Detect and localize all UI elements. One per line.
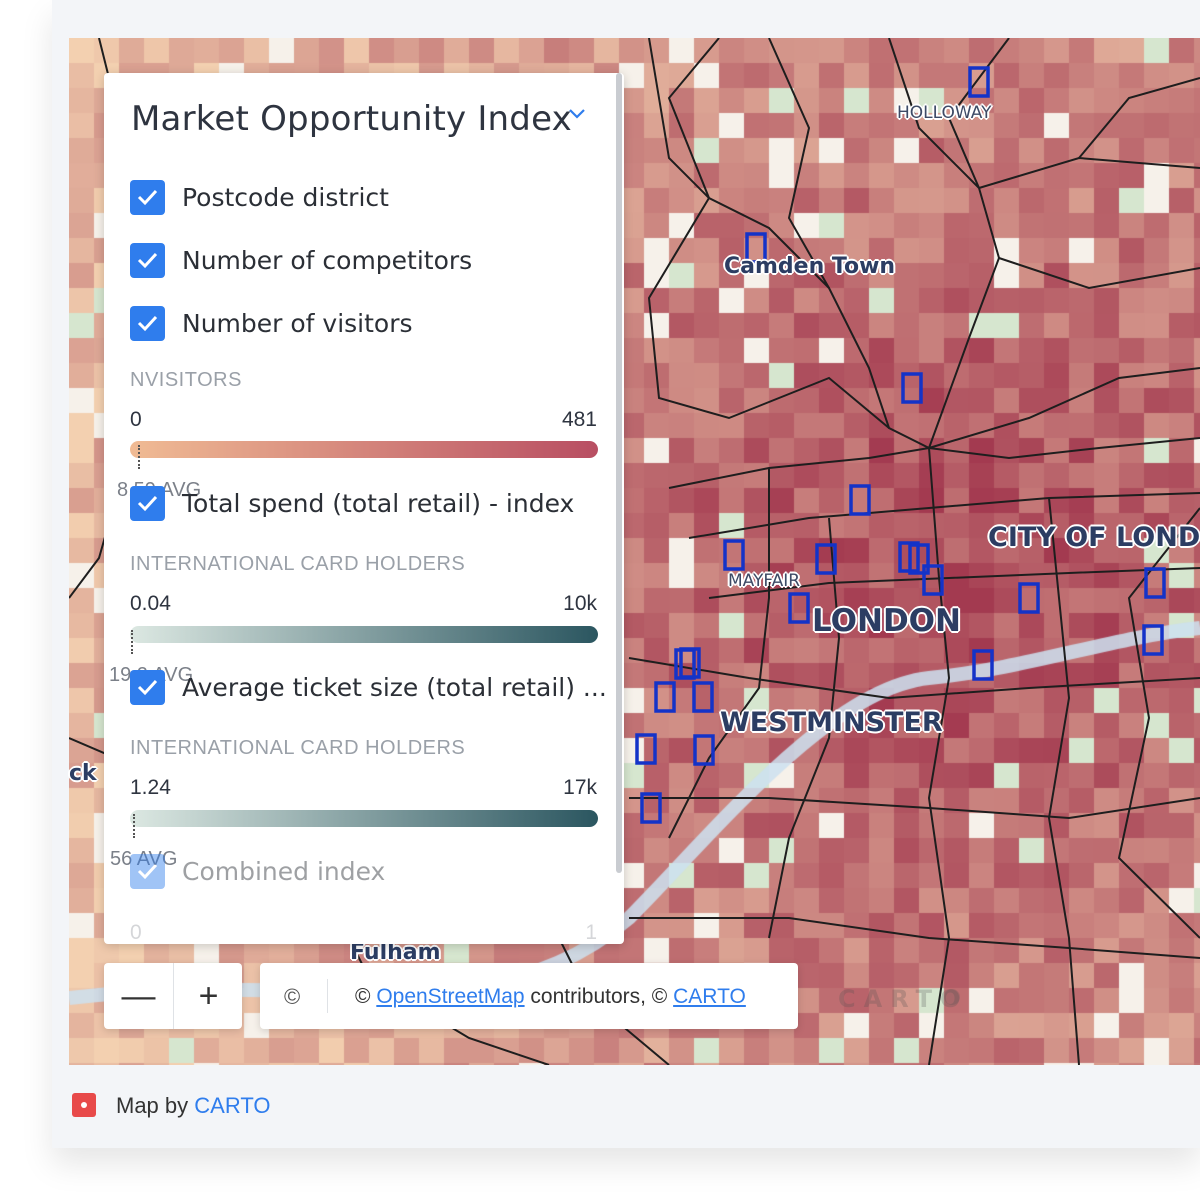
zoom-in-button[interactable]: + — [174, 963, 243, 1029]
legend-title: Market Opportunity Index — [131, 99, 572, 139]
footer-prefix: Map by — [116, 1093, 195, 1118]
check-icon — [137, 315, 158, 332]
attribution-bar: © © OpenStreetMap contributors, © CARTO — [260, 963, 798, 1029]
check-icon — [137, 863, 158, 880]
boundary-line — [629, 917, 1200, 959]
place-label-camden-town: Camden Town — [724, 254, 896, 279]
competitor-marker[interactable] — [679, 647, 701, 679]
chevron-down-icon[interactable] — [568, 105, 586, 123]
scale-max: 17k — [563, 776, 597, 799]
boundary-line — [648, 38, 930, 449]
checkbox[interactable] — [130, 306, 165, 341]
place-label-london: LONDON — [812, 603, 961, 639]
competitor-marker[interactable] — [674, 648, 696, 680]
scale-max: 1 — [585, 921, 597, 944]
competitor-marker[interactable] — [788, 592, 810, 624]
boundary-line — [888, 38, 1001, 449]
competitor-marker[interactable] — [692, 681, 714, 713]
attribution-text: © OpenStreetMap contributors, © CARTO — [355, 985, 746, 1009]
competitor-marker[interactable] — [849, 484, 871, 516]
carto-map-icon — [72, 1093, 96, 1117]
attribution-middle: contributors, © — [524, 985, 674, 1008]
checkbox[interactable] — [130, 243, 165, 278]
boundary-line — [629, 797, 1200, 820]
osm-link[interactable]: OpenStreetMap — [376, 985, 524, 1008]
color-ramp-nvisitors — [130, 441, 598, 458]
place-label-holloway: HOLLOWAY — [897, 103, 992, 123]
competitor-marker[interactable] — [901, 372, 923, 404]
competitor-marker[interactable] — [693, 734, 715, 766]
place-label-mayfair: MAYFAIR — [728, 571, 801, 591]
check-icon — [137, 495, 158, 512]
checkbox[interactable] — [130, 180, 165, 215]
competitor-marker[interactable] — [1142, 624, 1164, 656]
color-ramp-total-spend — [130, 626, 598, 643]
check-icon — [137, 252, 158, 269]
scale-min: 0.04 — [130, 592, 171, 615]
footer-text: Map by CARTO — [116, 1093, 270, 1119]
scale-min: 0 — [130, 408, 142, 431]
boundary-line — [667, 38, 720, 199]
boundary-line — [1047, 497, 1080, 1065]
zoom-control: — + — [104, 963, 242, 1029]
scale-min: 0 — [130, 921, 142, 944]
layer-label: Combined index — [182, 857, 386, 886]
zoom-out-button[interactable]: — — [104, 963, 173, 1029]
competitor-marker[interactable] — [654, 681, 676, 713]
footer-carto-link[interactable]: CARTO — [194, 1093, 270, 1118]
scale-name: INTERNATIONAL CARD HOLDERS — [130, 553, 466, 575]
layer-label: Total spend (total retail) - index — [182, 489, 575, 518]
carto-link[interactable]: CARTO — [673, 985, 746, 1008]
competitor-marker[interactable] — [635, 733, 657, 765]
avg-marker — [131, 630, 133, 654]
layer-label: Number of competitors — [182, 246, 473, 275]
copyright-icon[interactable]: © — [284, 984, 300, 1010]
scale-name: NVISITORS — [130, 369, 242, 391]
boundary-line — [768, 38, 830, 289]
boundary-line — [928, 367, 1200, 449]
boundary-line — [628, 657, 1200, 700]
boundary-line — [1078, 77, 1200, 159]
place-label-city-of-london: CITY OF LOND — [988, 522, 1200, 553]
check-icon — [137, 679, 158, 696]
checkbox[interactable] — [130, 670, 165, 705]
carto-watermark-dot — [944, 989, 960, 1005]
competitor-marker[interactable] — [972, 649, 994, 681]
boundary-line — [647, 197, 890, 429]
scale-name: INTERNATIONAL CARD HOLDERS — [130, 737, 466, 759]
check-icon — [137, 189, 158, 206]
attribution-prefix: © — [355, 985, 377, 1008]
color-ramp-average-ticket — [130, 810, 598, 827]
divider — [327, 979, 328, 1013]
avg-marker — [138, 445, 140, 469]
layer-label: Average ticket size (total retail) ... — [182, 673, 607, 702]
legend-scrollbar[interactable] — [616, 73, 622, 873]
checkbox[interactable] — [130, 486, 165, 521]
competitor-marker[interactable] — [723, 539, 745, 571]
competitor-marker[interactable] — [968, 66, 990, 98]
boundary-line — [927, 447, 951, 1065]
scale-max: 481 — [561, 408, 597, 431]
competitor-marker[interactable] — [1018, 582, 1040, 614]
boundary-line — [978, 156, 1200, 189]
boundary-line — [668, 468, 770, 839]
place-label-partial: ck — [69, 761, 97, 786]
place-label-westminster: WESTMINSTER — [720, 707, 943, 738]
boundary-line — [998, 257, 1200, 290]
scale-max: 10k — [563, 592, 597, 615]
legend-panel: Market Opportunity Index Postcode distri… — [104, 73, 624, 944]
layer-label: Number of visitors — [182, 309, 413, 338]
avg-marker — [133, 814, 135, 838]
scale-min: 1.24 — [130, 776, 171, 799]
checkbox[interactable] — [130, 854, 165, 889]
boundary-line — [1117, 507, 1200, 939]
layer-label: Postcode district — [182, 183, 389, 212]
